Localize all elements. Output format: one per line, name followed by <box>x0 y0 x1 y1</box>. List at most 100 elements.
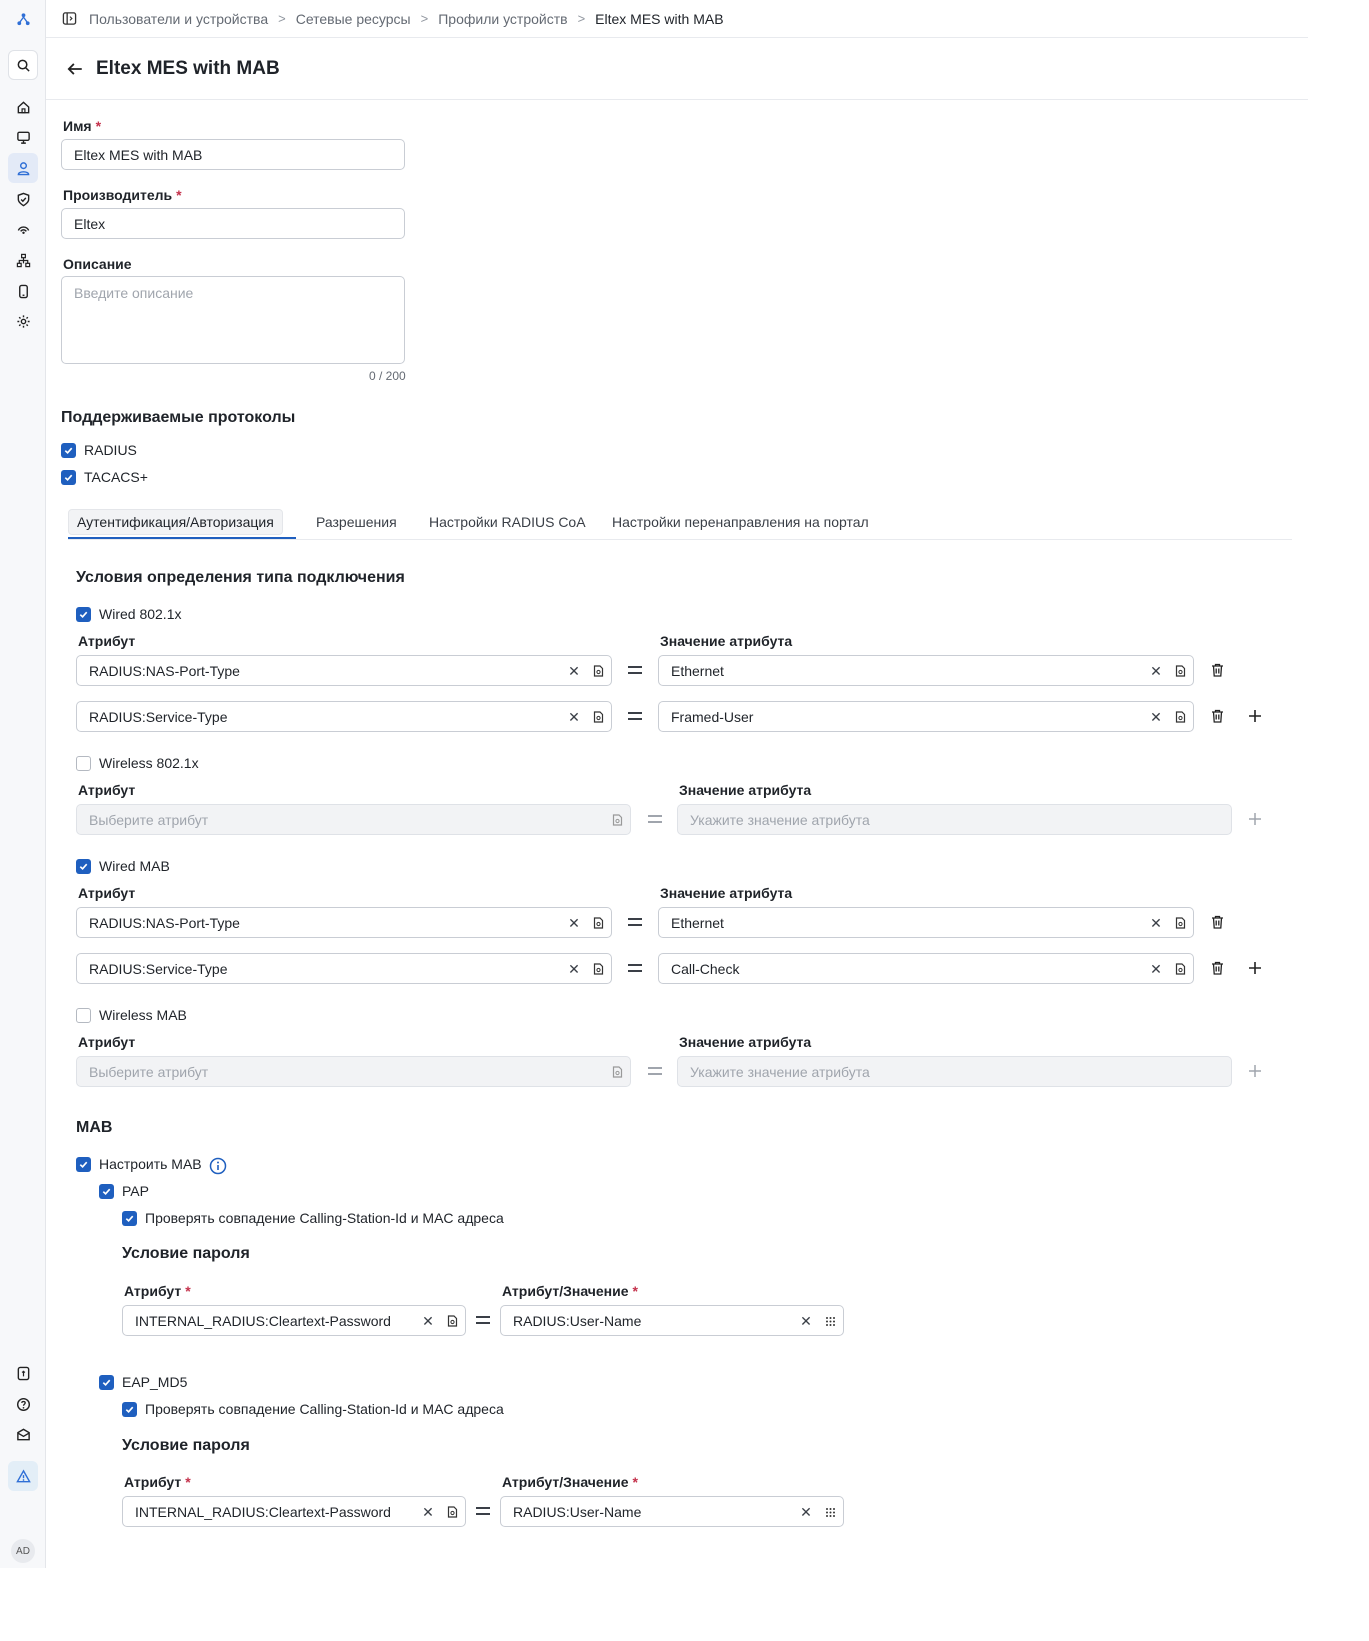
home-icon[interactable] <box>8 92 38 122</box>
equals-icon <box>476 1316 490 1324</box>
trash-icon[interactable] <box>1209 708 1225 724</box>
pap-checkbox[interactable] <box>99 1184 114 1199</box>
value-input[interactable]: Call-Check ✕ <box>658 953 1194 984</box>
equals-icon <box>648 815 662 823</box>
wireless-icon[interactable] <box>8 214 38 244</box>
tab-active-indicator <box>68 537 296 539</box>
network-tree-icon[interactable] <box>8 245 38 275</box>
clear-icon[interactable]: ✕ <box>421 1504 435 1520</box>
attr-input[interactable]: RADIUS:NAS-Port-Type ✕ <box>76 655 612 686</box>
dictionary-icon[interactable] <box>445 1314 459 1328</box>
breadcrumb-item-users[interactable]: Пользователи и устройства <box>89 11 268 27</box>
pap-attr-input[interactable]: INTERNAL_RADIUS:Cleartext-Password ✕ <box>122 1305 466 1336</box>
attr-input-disabled: Выберите атрибут <box>76 804 631 835</box>
clear-icon[interactable]: ✕ <box>567 709 581 725</box>
search-icon[interactable] <box>8 50 38 80</box>
pap-value-input[interactable]: RADIUS:User-Name ✕ <box>500 1305 844 1336</box>
name-input[interactable]: Eltex MES with MAB <box>61 139 405 170</box>
add-icon[interactable] <box>1247 960 1263 976</box>
users-icon[interactable] <box>8 153 38 183</box>
alert-icon[interactable] <box>8 1461 38 1491</box>
dictionary-icon[interactable] <box>1173 962 1187 976</box>
conditions-title: Условия определения типа подключения <box>76 569 405 586</box>
description-textarea[interactable]: Введите описание <box>61 276 405 364</box>
value-input[interactable]: Ethernet ✕ <box>658 655 1194 686</box>
chevron-right-icon: > <box>420 11 429 26</box>
grid-icon[interactable] <box>823 1314 837 1328</box>
clear-icon[interactable]: ✕ <box>421 1313 435 1329</box>
dictionary-icon[interactable] <box>1173 664 1187 678</box>
dictionary-icon[interactable] <box>591 664 605 678</box>
wireless-mab-checkbox[interactable] <box>76 1008 91 1023</box>
trash-icon[interactable] <box>1209 662 1225 678</box>
sidebar: AD <box>0 0 46 1568</box>
radius-label: RADIUS <box>84 442 137 458</box>
pap-attr-label: Атрибут * <box>124 1283 191 1299</box>
dictionary-icon[interactable] <box>591 962 605 976</box>
avatar[interactable]: AD <box>11 1539 35 1563</box>
value-input[interactable]: Ethernet ✕ <box>658 907 1194 938</box>
logo-icon[interactable] <box>8 4 38 34</box>
clear-icon[interactable]: ✕ <box>1149 663 1163 679</box>
dictionary-icon[interactable] <box>445 1505 459 1519</box>
license-icon[interactable] <box>8 1358 38 1388</box>
configure-mab-checkbox[interactable] <box>76 1157 91 1172</box>
device-icon[interactable] <box>8 276 38 306</box>
wireless-dot1x-checkbox[interactable] <box>76 756 91 771</box>
grid-icon[interactable] <box>823 1505 837 1519</box>
eap-value-input[interactable]: RADIUS:User-Name ✕ <box>500 1496 844 1527</box>
pap-mac-check-label: Проверять совпадение Calling-Station-Id … <box>145 1210 504 1226</box>
trash-icon[interactable] <box>1209 960 1225 976</box>
trash-icon[interactable] <box>1209 914 1225 930</box>
vendor-input[interactable]: Eltex <box>61 208 405 239</box>
add-icon[interactable] <box>1247 708 1263 724</box>
clear-icon[interactable]: ✕ <box>1149 915 1163 931</box>
tab-radius-coa[interactable]: Настройки RADIUS CoA <box>429 504 586 540</box>
clear-icon[interactable]: ✕ <box>567 915 581 931</box>
breadcrumb-item-current: Eltex MES with MAB <box>595 10 724 27</box>
clear-icon[interactable]: ✕ <box>1149 709 1163 725</box>
attr-input[interactable]: RADIUS:NAS-Port-Type ✕ <box>76 907 612 938</box>
wired-mab-checkbox[interactable] <box>76 859 91 874</box>
attr-input-disabled: Выберите атрибут <box>76 1056 631 1087</box>
mail-icon[interactable] <box>8 1419 38 1449</box>
back-arrow-icon[interactable] <box>66 60 84 78</box>
panel-toggle-icon[interactable] <box>62 11 77 26</box>
tab-auth[interactable]: Аутентификация/Авторизация <box>68 504 283 540</box>
wired-dot1x-checkbox[interactable] <box>76 607 91 622</box>
value-input-disabled: Укажите значение атрибута <box>677 1056 1232 1087</box>
value-label: Значение атрибута <box>660 885 793 901</box>
eap-mac-check-checkbox[interactable] <box>122 1402 137 1417</box>
dictionary-icon[interactable] <box>1173 710 1187 724</box>
monitor-icon[interactable] <box>8 122 38 152</box>
mab-title: MAB <box>76 1119 113 1136</box>
eap-attr-input[interactable]: INTERNAL_RADIUS:Cleartext-Password ✕ <box>122 1496 466 1527</box>
gear-icon[interactable] <box>8 306 38 336</box>
shield-icon[interactable] <box>8 184 38 214</box>
clear-icon[interactable]: ✕ <box>799 1504 813 1520</box>
clear-icon[interactable]: ✕ <box>799 1313 813 1329</box>
tacacs-checkbox[interactable] <box>61 470 76 485</box>
dictionary-icon[interactable] <box>591 916 605 930</box>
tab-permissions[interactable]: Разрешения <box>316 504 397 540</box>
help-icon[interactable] <box>8 1389 38 1419</box>
tacacs-label: TACACS+ <box>84 469 148 485</box>
breadcrumb-item-network[interactable]: Сетевые ресурсы <box>296 11 411 27</box>
pap-mac-check-checkbox[interactable] <box>122 1211 137 1226</box>
attr-input[interactable]: RADIUS:Service-Type ✕ <box>76 953 612 984</box>
wireless-dot1x-label: Wireless 802.1x <box>99 755 199 771</box>
value-input[interactable]: Framed-User ✕ <box>658 701 1194 732</box>
clear-icon[interactable]: ✕ <box>567 663 581 679</box>
clear-icon[interactable]: ✕ <box>567 961 581 977</box>
clear-icon[interactable]: ✕ <box>1149 961 1163 977</box>
dictionary-icon[interactable] <box>1173 916 1187 930</box>
dictionary-icon <box>610 813 624 827</box>
radius-checkbox[interactable] <box>61 443 76 458</box>
attr-input[interactable]: RADIUS:Service-Type ✕ <box>76 701 612 732</box>
pap-password-title: Условие пароля <box>122 1245 250 1262</box>
eap-md5-checkbox[interactable] <box>99 1375 114 1390</box>
dictionary-icon[interactable] <box>591 710 605 724</box>
tab-portal-redirect[interactable]: Настройки перенаправления на портал <box>612 504 869 540</box>
info-icon[interactable] <box>209 1157 227 1175</box>
breadcrumb-item-profiles[interactable]: Профили устройств <box>438 11 567 27</box>
